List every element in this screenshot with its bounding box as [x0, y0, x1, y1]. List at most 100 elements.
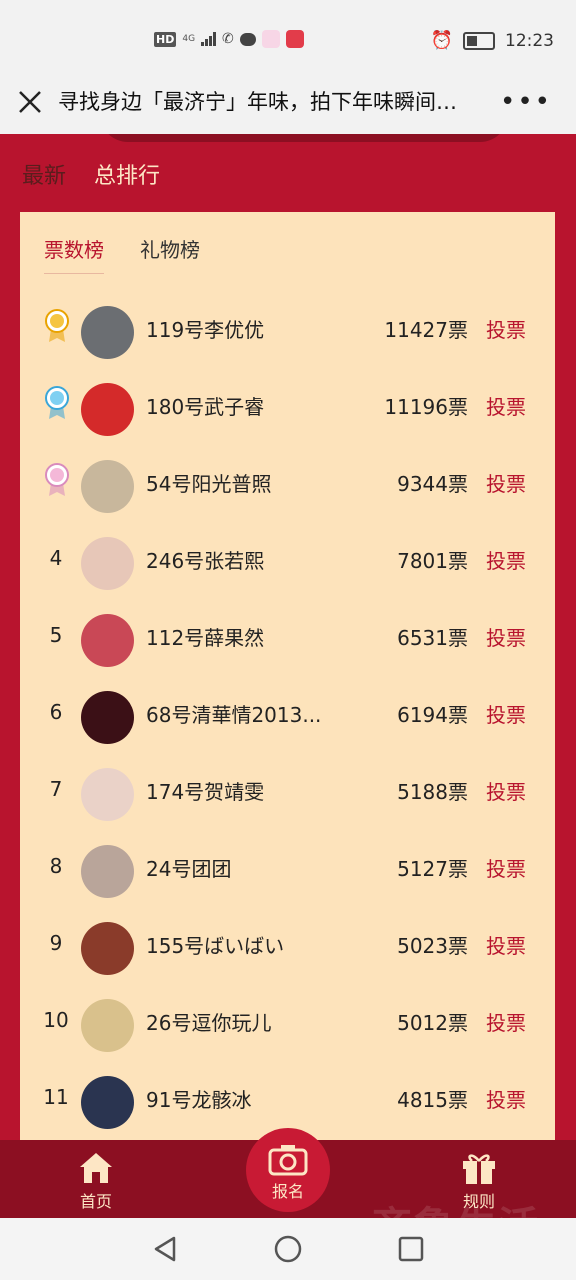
- vote-count: 7801票: [397, 549, 468, 573]
- ranking-row: 9 155号ばいばい 5023票 投票: [20, 910, 555, 987]
- vote-count: 6531票: [397, 626, 468, 650]
- vote-count: 11427票: [384, 318, 468, 342]
- entry-name[interactable]: 246号张若熙: [146, 545, 340, 574]
- page-title: 寻找身边「最济宁」年味，拍下年味瞬间…: [58, 90, 457, 114]
- app-icon-red: [285, 30, 304, 48]
- alarm-icon: ⏰: [430, 30, 453, 51]
- header-decoration: [100, 134, 508, 142]
- vote-button[interactable]: 投票: [486, 776, 526, 805]
- network-label: 4G: [182, 33, 196, 44]
- close-icon[interactable]: [14, 86, 46, 118]
- rank-number: 8: [49, 854, 63, 878]
- ranking-row: 8 24号团团 5127票 投票: [20, 833, 555, 910]
- entry-name[interactable]: 174号贺靖雯: [146, 776, 340, 805]
- call-icon: ✆: [222, 31, 234, 47]
- vote-count: 5188票: [397, 780, 468, 804]
- ranking-row: 6 68号清華情2013... 6194票 投票: [20, 679, 555, 756]
- battery-icon: [463, 31, 495, 50]
- vote-count: 5012票: [397, 1011, 468, 1035]
- avatar[interactable]: [81, 845, 134, 898]
- medal-icon: [45, 463, 69, 496]
- entry-name[interactable]: 155号ばいばい: [146, 930, 340, 959]
- vote-button[interactable]: 投票: [486, 314, 526, 343]
- rank-number: 10: [43, 1008, 69, 1032]
- ranking-row: 10 26号逗你玩儿 5012票 投票: [20, 987, 555, 1064]
- vote-count: 9344票: [397, 472, 468, 496]
- entry-name[interactable]: 180号武子睿: [146, 391, 340, 420]
- rank-number: 5: [49, 623, 63, 647]
- vote-count: 4815票: [397, 1088, 468, 1112]
- entry-name[interactable]: 26号逗你玩儿: [146, 1007, 340, 1036]
- medal-icon: [45, 309, 69, 342]
- hd-badge: HD: [154, 31, 177, 47]
- rank-number: 11: [43, 1085, 69, 1109]
- avatar[interactable]: [81, 691, 134, 744]
- status-left: HD 4G ✆: [154, 30, 304, 48]
- system-nav-bar: [0, 1218, 576, 1280]
- rank-number: 9: [49, 931, 63, 955]
- avatar[interactable]: [81, 383, 134, 436]
- nav-signup[interactable]: 报名: [246, 1128, 330, 1212]
- avatar[interactable]: [81, 614, 134, 667]
- home-circle-icon[interactable]: [273, 1234, 303, 1264]
- vote-count: 5023票: [397, 934, 468, 958]
- chat-icon: [239, 32, 256, 46]
- rank-number: 7: [49, 777, 63, 801]
- ranking-row: 5 112号薛果然 6531票 投票: [20, 602, 555, 679]
- recents-icon[interactable]: [396, 1234, 426, 1264]
- vote-button[interactable]: 投票: [486, 930, 526, 959]
- ranking-panel: 票数榜 礼物榜 119号李优优 11427票 投票 180号武子睿 11196票 投票 54…: [20, 212, 555, 1140]
- vote-button[interactable]: 投票: [486, 622, 526, 651]
- rank-number: 4: [49, 546, 63, 570]
- avatar[interactable]: [81, 460, 134, 513]
- ranking-row: 54号阳光普照 9344票 投票: [20, 448, 555, 525]
- avatar[interactable]: [81, 768, 134, 821]
- ranking-row: 7 174号贺靖雯 5188票 投票: [20, 756, 555, 833]
- title-bar: 寻找身边「最济宁」年味，拍下年味瞬间… •••: [0, 72, 576, 134]
- camera-icon: [268, 1145, 308, 1176]
- vote-count: 5127票: [397, 857, 468, 881]
- nav-home-label: 首页: [79, 1192, 112, 1211]
- more-icon[interactable]: •••: [500, 88, 552, 116]
- ranking-row: 4 246号张若熙 7801票 投票: [20, 525, 555, 602]
- signal-icon: [201, 32, 217, 46]
- avatar[interactable]: [81, 537, 134, 590]
- vote-button[interactable]: 投票: [486, 545, 526, 574]
- entry-name[interactable]: 54号阳光普照: [146, 468, 340, 497]
- subtab-votes[interactable]: 票数榜: [44, 234, 104, 274]
- vote-button[interactable]: 投票: [486, 391, 526, 420]
- entry-name[interactable]: 24号团团: [146, 853, 340, 882]
- vote-button[interactable]: 投票: [486, 853, 526, 882]
- avatar[interactable]: [81, 922, 134, 975]
- entry-name[interactable]: 68号清華情2013...: [146, 699, 340, 728]
- back-icon[interactable]: [150, 1234, 180, 1264]
- tab-total-ranking[interactable]: 总排行: [94, 158, 160, 190]
- nav-signup-label: 报名: [271, 1182, 304, 1201]
- entry-name[interactable]: 119号李优优: [146, 314, 340, 343]
- gift-icon: [463, 1154, 495, 1184]
- nav-home[interactable]: 首页: [66, 1150, 126, 1212]
- clock: 12:23: [505, 30, 554, 51]
- main-content: 最新 总排行 票数榜 礼物榜 119号李优优 11427票 投票 180号武子睿 111…: [0, 134, 576, 1140]
- entry-name[interactable]: 91号龙骸冰: [146, 1084, 340, 1113]
- avatar[interactable]: [81, 306, 134, 359]
- subtab-gifts[interactable]: 礼物榜: [140, 234, 200, 274]
- home-icon: [80, 1153, 112, 1183]
- entry-name[interactable]: 112号薛果然: [146, 622, 340, 651]
- avatar[interactable]: [81, 1076, 134, 1129]
- rank-number: 6: [49, 700, 63, 724]
- avatar[interactable]: [81, 999, 134, 1052]
- vote-button[interactable]: 投票: [486, 468, 526, 497]
- vote-count: 11196票: [384, 395, 468, 419]
- ranking-tabs: 最新 总排行: [22, 158, 160, 190]
- ranking-subtabs: 票数榜 礼物榜: [44, 234, 200, 274]
- medal-icon: [45, 386, 69, 419]
- ranking-row: 180号武子睿 11196票 投票: [20, 371, 555, 448]
- status-bar: HD 4G ✆ ⏰ 12:23: [0, 0, 576, 72]
- app-icon-pink: [261, 30, 280, 48]
- vote-count: 6194票: [397, 703, 468, 727]
- vote-button[interactable]: 投票: [486, 1007, 526, 1036]
- vote-button[interactable]: 投票: [486, 1084, 526, 1113]
- tab-latest[interactable]: 最新: [22, 158, 66, 190]
- vote-button[interactable]: 投票: [486, 699, 526, 728]
